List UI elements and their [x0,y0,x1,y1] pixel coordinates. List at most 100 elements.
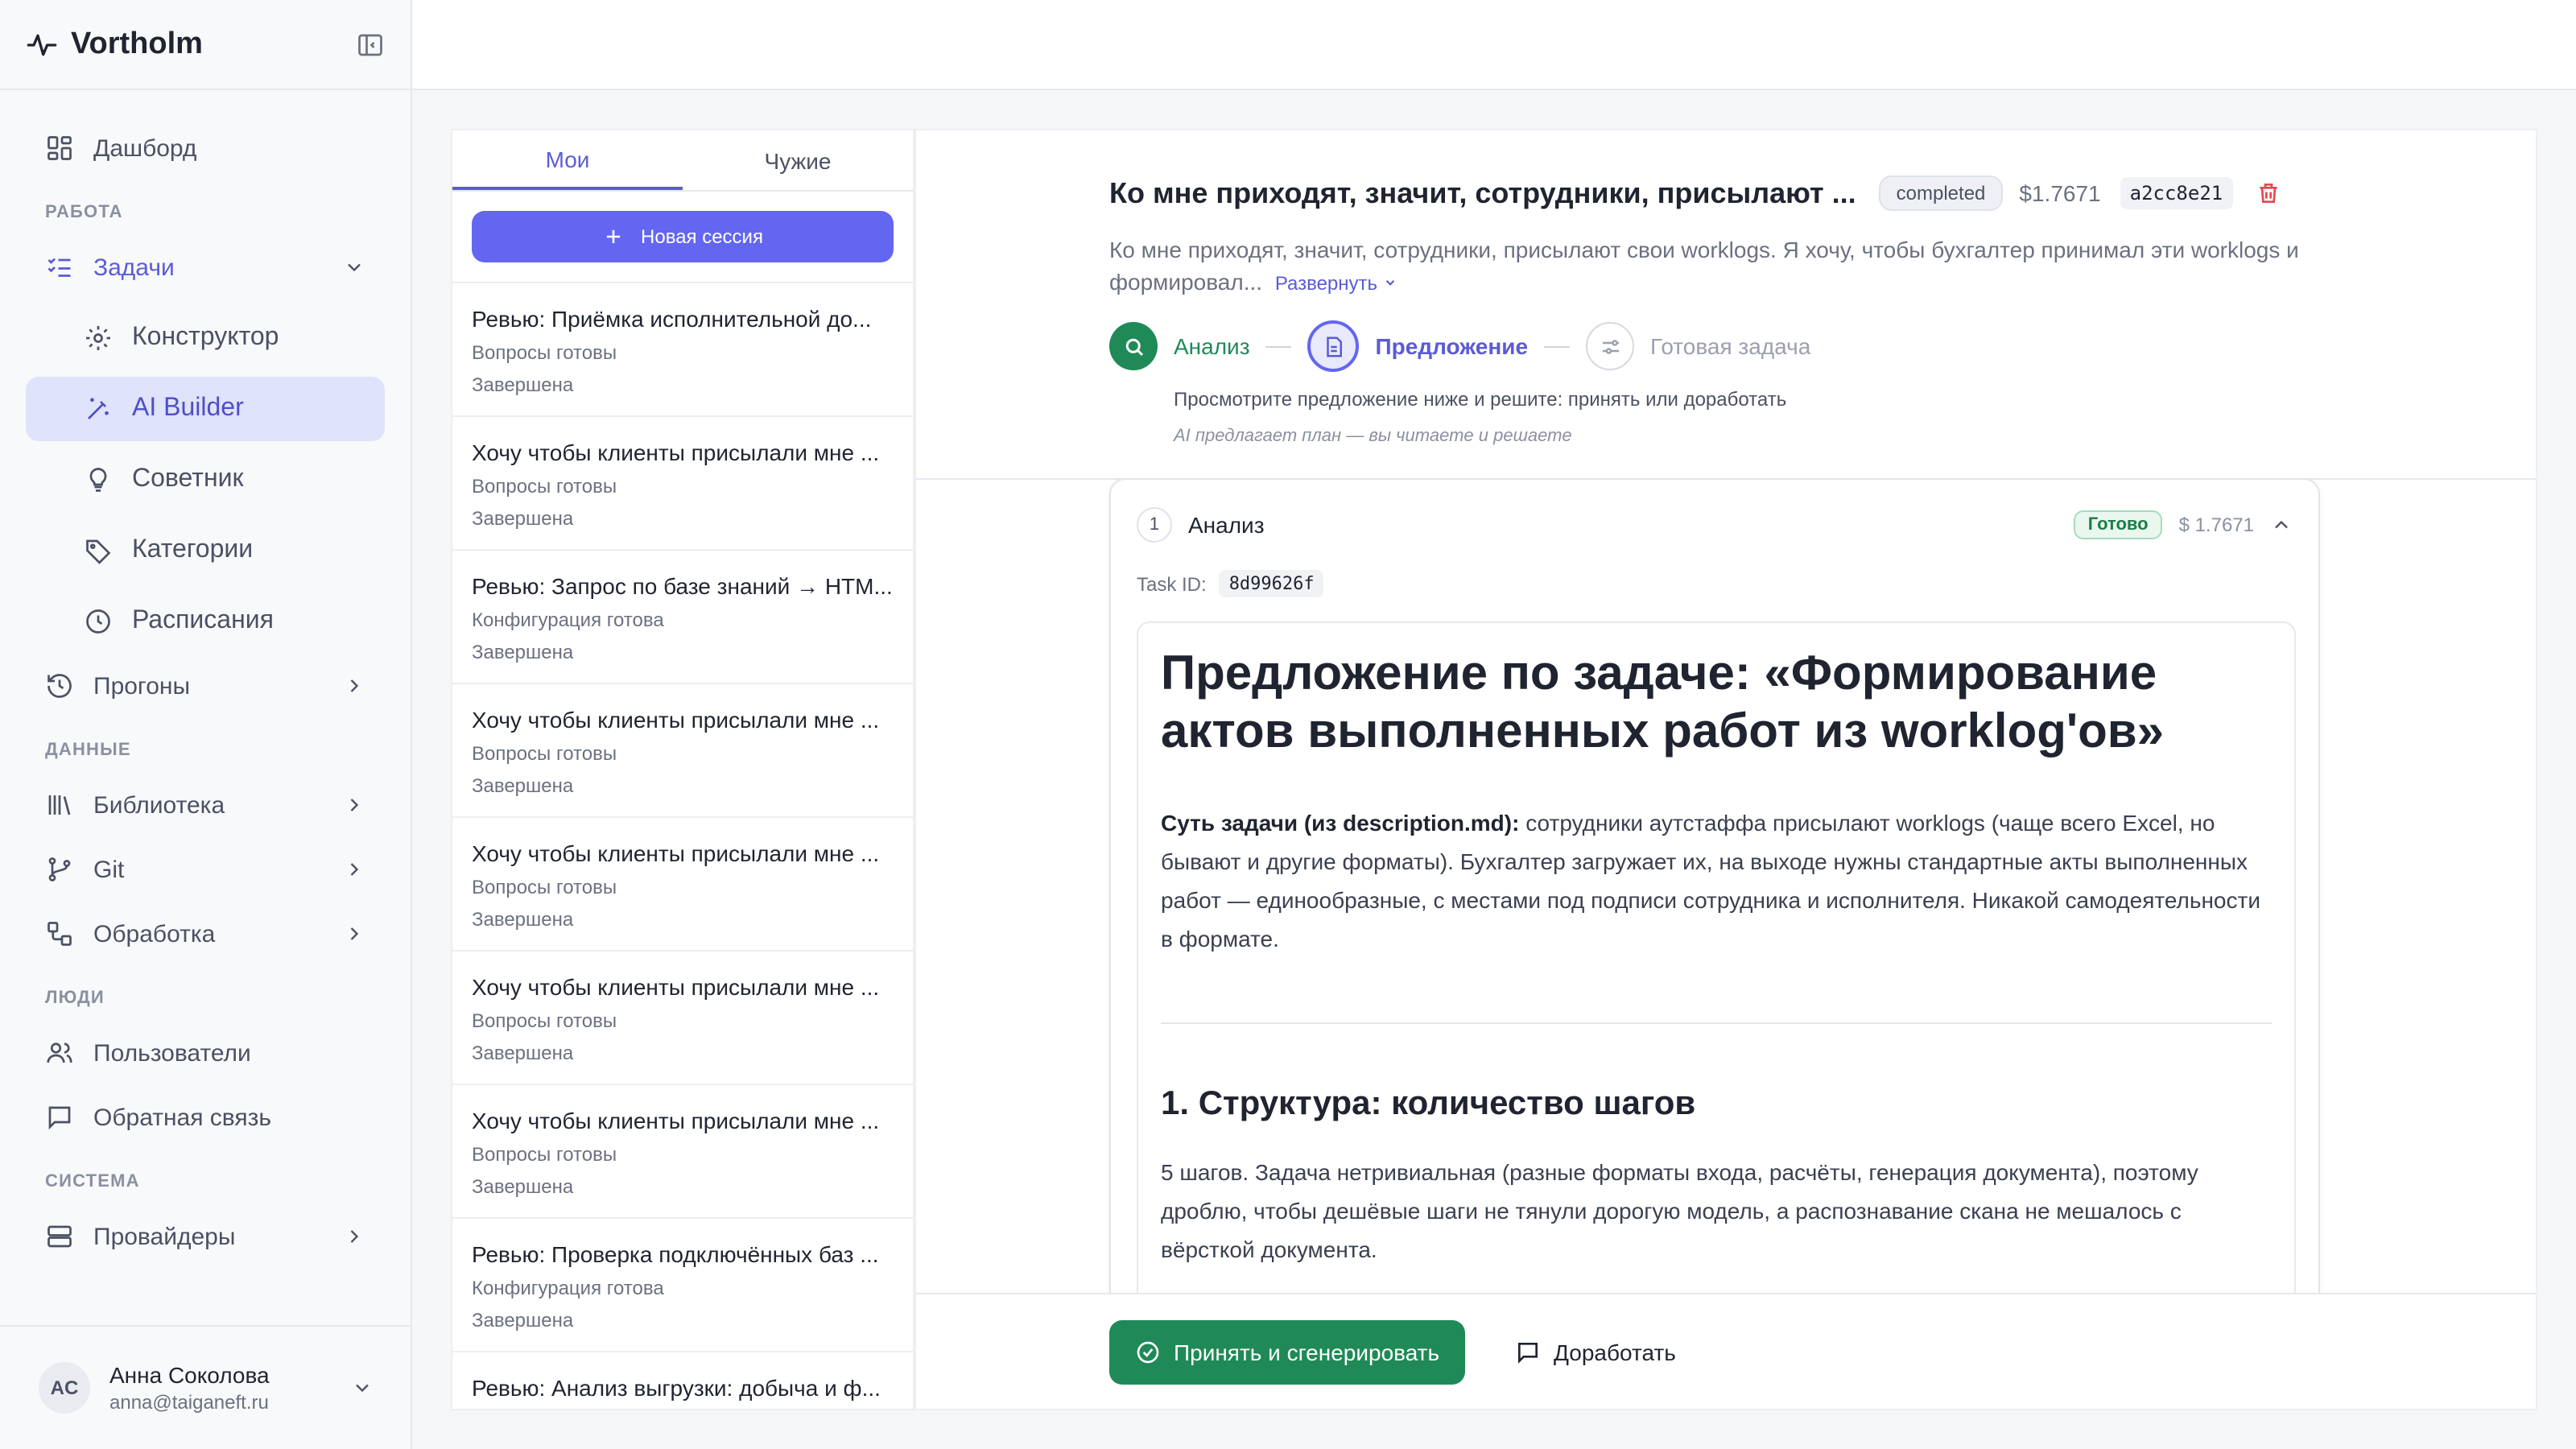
sidebar-item-label: Категории [132,536,254,564]
check-circle-icon [1137,1341,1159,1364]
sidebar-item-git[interactable]: Git [26,837,385,902]
list-item[interactable]: Ревью: Запрос по базе знаний → HTM... Кон… [452,549,913,683]
accept-generate-button[interactable]: Принять и сгенерировать [1109,1320,1466,1385]
step-hint-secondary: AI предлагает план — вы читаете и решает… [1174,427,1572,446]
refine-button[interactable]: Доработать [1515,1320,1676,1385]
trash-icon[interactable] [2255,180,2281,206]
step-label: Предложение [1375,333,1529,359]
session-status: Завершена [472,507,574,530]
session-title: Хочу чтобы клиенты присылали мне ... [472,707,880,733]
sidebar-item-ai-builder[interactable]: AI Builder [26,377,385,441]
step-hint: Просмотрите предложение ниже и решите: п… [1174,388,1787,411]
session-subtitle: Вопросы готовы [472,1143,617,1166]
list-item[interactable]: Хочу чтобы клиенты присылали мне ... Вопр… [452,683,913,816]
workflow-icon [47,922,72,946]
proposal-paragraph: Суть задачи (из description.md): сотрудн… [1161,803,2272,958]
sidebar-item-processing[interactable]: Обработка [26,902,385,966]
list-item[interactable]: Ревью: Анализ выгрузки: добыча и ф... [452,1351,913,1409]
list-item[interactable]: Хочу чтобы клиенты присылали мне ... Вопр… [452,1084,913,1217]
list-item[interactable]: Хочу чтобы клиенты присылали мне ... Вопр… [452,415,913,549]
search-icon [1125,337,1143,356]
chevron-up-icon[interactable] [2270,514,2293,536]
expand-link[interactable]: Развернуть [1275,272,1397,295]
ready-badge: Готово [2073,510,2163,539]
tab-others[interactable]: Чужие [683,130,913,190]
sliders-icon [1602,339,1619,353]
user-name: Анна Соколова [109,1362,270,1388]
expand-label: Развернуть [1274,272,1378,295]
task-cost: $1.7671 [2019,180,2101,206]
task-id-row: Task ID: 8d99626f [1137,570,1324,597]
session-title: Хочу чтобы клиенты присылали мне ... [472,974,880,1000]
sidebar-item-library[interactable]: Библиотека [26,773,385,837]
step-ready-task[interactable]: Готовая задача [1586,322,1810,370]
proposal-document: Предложение по задаче: «Формирование акт… [1137,621,2296,1314]
session-subtitle: Вопросы готовы [472,341,617,364]
chevron-down-icon [1385,279,1395,286]
sidebar-collapse-icon[interactable] [356,30,385,59]
sidebar-item-label: Конструктор [132,324,279,351]
avatar: AC [39,1362,90,1414]
sidebar-item-feedback[interactable]: Обратная связь [26,1085,385,1150]
sidebar-nav: Дашборд РАБОТА Задачи Конструктор AI Bui… [0,90,411,1269]
sidebar-item-constructor[interactable]: Конструктор [26,306,385,370]
sidebar-item-runs[interactable]: Прогоны [26,654,385,718]
chevron-right-icon [350,1230,359,1243]
task-id-label: Task ID: [1137,572,1207,595]
tag-icon [86,539,111,564]
analysis-card: 1 Анализ Готово $ 1.7671 Task ID: 8d9962… [1109,478,2320,1315]
chevron-down-icon [348,263,361,272]
sidebar-item-schedules[interactable]: Расписания [26,589,385,654]
session-status: Завершена [472,1175,574,1198]
list-item[interactable]: Ревью: Проверка подключённых баз ... Конф… [452,1217,913,1351]
chevron-right-icon [350,799,359,811]
sidebar-item-tasks[interactable]: Задачи [26,235,385,299]
document-icon [1326,336,1342,357]
top-bar [412,0,2576,90]
chevron-right-icon [350,927,359,940]
session-status: Завершена [472,1042,574,1064]
session-status: Завершена [472,641,574,663]
section-title-people: ЛЮДИ [45,989,105,1008]
session-subtitle: Вопросы готовы [472,1009,617,1032]
sidebar-item-users[interactable]: Пользователи [26,1021,385,1085]
step-proposal[interactable]: Предложение [1307,320,1529,372]
analysis-card-header[interactable]: 1 Анализ Готово $ 1.7671 [1137,506,2293,544]
sidebar-item-label: Задачи [93,254,175,281]
list-item[interactable]: Хочу чтобы клиенты присылали мне ... Вопр… [452,950,913,1084]
brand: Vortholm [0,0,411,90]
sidebar-item-label: AI Builder [132,394,244,422]
task-id-value[interactable]: 8d99626f [1219,570,1324,597]
session-subtitle: Вопросы готовы [472,876,617,898]
task-hash[interactable]: a2cc8e21 [2120,177,2233,209]
user-menu[interactable]: AC Анна Соколова anna@taiganeft.ru [0,1325,412,1449]
sidebar-item-categories[interactable]: Категории [26,518,385,583]
new-session-label: Новая сессия [641,225,763,248]
sessions-tabs: Мои Чужие [452,130,913,192]
session-title: Хочу чтобы клиенты присылали мне ... [472,1108,880,1133]
magic-wand-icon [88,398,109,419]
sidebar-item-dashboard[interactable]: Дашборд [26,116,385,180]
app-root: Vortholm Дашборд РАБОТА Задачи Конструкт… [0,0,2576,1449]
chevron-right-icon [350,863,359,876]
sidebar-item-providers[interactable]: Провайдеры [26,1204,385,1269]
proposal-subheading: 1. Структура: количество шагов [1161,1085,1696,1122]
new-session-button[interactable]: Новая сессия [472,211,894,262]
message-icon [48,1106,71,1130]
progress-steps: Анализ Предложение Готовая задача [1109,320,1810,372]
action-footer: Принять и сгенерировать Доработать [916,1293,2536,1409]
proposal-heading: Предложение по задаче: «Формирование акт… [1161,647,2165,758]
sidebar: Vortholm Дашборд РАБОТА Задачи Конструкт… [0,0,412,1449]
refine-label: Доработать [1554,1340,1676,1365]
users-icon [47,1042,72,1063]
tab-mine[interactable]: Мои [452,130,683,190]
sidebar-item-advisor[interactable]: Советник [26,448,385,512]
list-item[interactable]: Ревью: Приёмка исполнительной до... Вопро… [452,282,913,415]
task-title-row: Ко мне приходят, значит, сотрудники, при… [1109,175,2281,211]
accept-generate-label: Принять и сгенерировать [1174,1340,1440,1365]
list-item[interactable]: Хочу чтобы клиенты присылали мне ... Вопр… [452,816,913,950]
user-meta: Анна Соколова anna@taiganeft.ru [109,1362,270,1414]
task-detail-panel: Ко мне приходят, значит, сотрудники, при… [914,129,2537,1410]
step-analysis[interactable]: Анализ [1109,322,1250,370]
sidebar-item-label: Обработка [93,920,216,947]
